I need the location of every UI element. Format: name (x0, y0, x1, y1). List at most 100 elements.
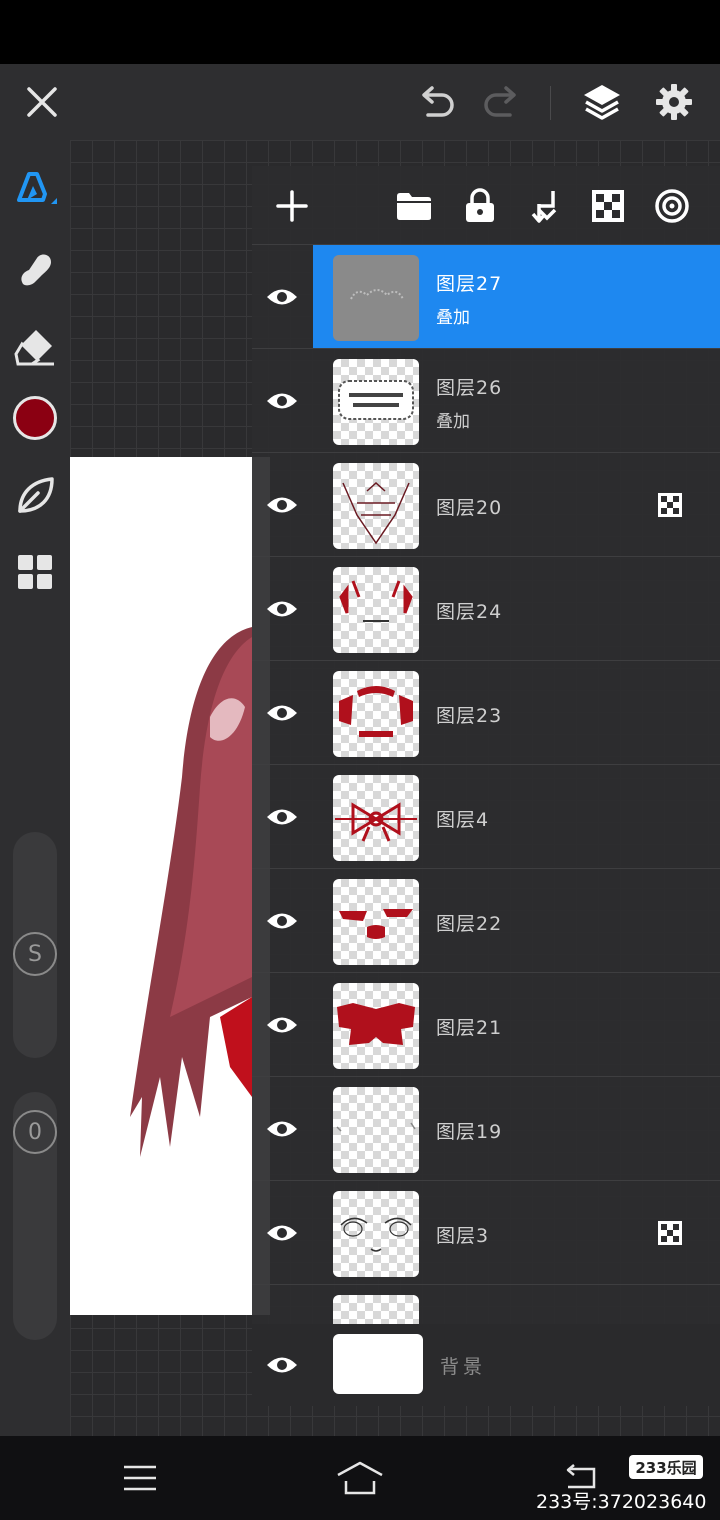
eye-icon (267, 1121, 297, 1137)
layer-thumbnail (333, 671, 419, 757)
layers-icon (584, 85, 620, 120)
home-button[interactable] (336, 1454, 384, 1502)
layer-row[interactable]: 图层26 叠加 (252, 348, 720, 452)
reference-layer-button[interactable] (650, 184, 694, 228)
thumbnail-art (340, 1217, 412, 1252)
group-layers-button[interactable] (392, 184, 436, 228)
grid-icon (18, 555, 52, 589)
background-layer-row[interactable]: 背景 (252, 1324, 720, 1406)
visibility-toggle[interactable] (260, 483, 304, 527)
eye-icon (267, 705, 297, 721)
checker-icon (592, 190, 624, 222)
artwork-hair (130, 627, 252, 1157)
visibility-toggle[interactable] (260, 1343, 304, 1387)
thumbnail-art (350, 289, 404, 300)
visibility-toggle[interactable] (260, 1003, 304, 1047)
eye-icon (267, 1225, 297, 1241)
merge-down-button[interactable] (522, 184, 566, 228)
layer-blend-mode[interactable]: 叠加 (436, 407, 470, 432)
thumbnail-art (339, 686, 413, 737)
eye-icon (267, 497, 297, 513)
layer-row[interactable]: 图层22 (252, 868, 720, 972)
layer-row[interactable]: 图层4 (252, 764, 720, 868)
visibility-toggle[interactable] (260, 691, 304, 735)
layer-name: 图层23 (436, 705, 503, 727)
watermark-id: 233号:372023640 (536, 1491, 707, 1513)
merge-down-icon (531, 191, 557, 223)
color-swatch-circle (13, 396, 57, 440)
eye-icon (267, 1017, 297, 1033)
menu-icon (124, 1465, 156, 1491)
layer-thumbnail (333, 879, 419, 965)
add-layer-button[interactable] (270, 184, 314, 228)
gear-icon (656, 84, 692, 120)
redo-button[interactable] (478, 78, 526, 126)
layer-name: 图层4 (436, 809, 490, 831)
thumbnail-art (339, 909, 413, 939)
target-icon (655, 189, 689, 223)
layer-row[interactable]: 图层21 (252, 972, 720, 1076)
drawing-canvas[interactable] (70, 457, 270, 1315)
top-toolbar (0, 64, 720, 140)
lock-layer-button[interactable] (458, 184, 502, 228)
alpha-lock-indicator (658, 493, 682, 517)
layer-row[interactable]: 图层20 (252, 452, 720, 556)
layer-name: 图层19 (436, 1121, 503, 1143)
settings-button[interactable] (650, 78, 698, 126)
add-icon (276, 190, 308, 222)
watermark-logo: 233乐园 (629, 1455, 703, 1479)
background-thumbnail (333, 1334, 423, 1394)
layer-row[interactable]: 图层19 (252, 1076, 720, 1180)
layer-name: 图层27 (436, 273, 503, 295)
close-icon (27, 87, 57, 117)
thumbnail-art (336, 1122, 416, 1132)
alpha-lock-indicator (658, 1221, 682, 1245)
layers-button[interactable] (578, 78, 626, 126)
opacity-button[interactable]: 0 (13, 1110, 57, 1154)
layer-thumbnail (333, 255, 419, 341)
eye-icon (267, 289, 297, 305)
layer-name: 图层20 (436, 497, 503, 519)
size-button[interactable]: S (13, 932, 57, 976)
brush-tool[interactable] (11, 164, 59, 212)
visibility-toggle[interactable] (260, 1107, 304, 1151)
visibility-toggle[interactable] (260, 275, 304, 319)
eraser-tool[interactable] (11, 322, 59, 370)
layer-row[interactable]: 图层24 (252, 556, 720, 660)
layer-name: 图层24 (436, 601, 503, 623)
redo-icon (484, 86, 516, 117)
layer-thumbnail (333, 463, 419, 549)
leaf-icon (18, 477, 54, 513)
alpha-lock-button[interactable] (586, 184, 630, 228)
eye-icon (267, 601, 297, 617)
layer-row[interactable]: 图层23 (252, 660, 720, 764)
undo-icon (422, 86, 454, 117)
menu-button[interactable] (116, 1454, 164, 1502)
close-button[interactable] (18, 78, 66, 126)
visibility-toggle[interactable] (260, 1211, 304, 1255)
visibility-toggle[interactable] (260, 795, 304, 839)
visibility-toggle[interactable] (260, 587, 304, 631)
layer-thumbnail (333, 1295, 419, 1324)
background-layer-name: 背景 (440, 1356, 487, 1378)
layer-row[interactable]: 图层27 叠加 (252, 244, 720, 349)
smudge-tool[interactable] (11, 244, 59, 292)
lock-icon (466, 188, 494, 222)
folder-icon (397, 193, 431, 220)
gallery-tool[interactable] (11, 548, 59, 596)
status-bar (0, 0, 720, 64)
brush-library-tool[interactable] (11, 472, 59, 520)
eye-icon (267, 913, 297, 929)
visibility-toggle[interactable] (260, 899, 304, 943)
layer-row[interactable]: 图层3 (252, 1180, 720, 1284)
layer-blend-mode[interactable]: 叠加 (436, 303, 470, 328)
thumbnail-art (342, 481, 410, 545)
visibility-toggle[interactable] (260, 379, 304, 423)
layer-thumbnail (333, 983, 419, 1069)
layers-toolbar (252, 166, 720, 244)
color-swatch[interactable] (11, 394, 59, 442)
checker-icon (658, 493, 682, 517)
layer-thumbnail (333, 359, 419, 445)
undo-button[interactable] (412, 78, 460, 126)
layer-row-partial[interactable] (252, 1284, 720, 1324)
